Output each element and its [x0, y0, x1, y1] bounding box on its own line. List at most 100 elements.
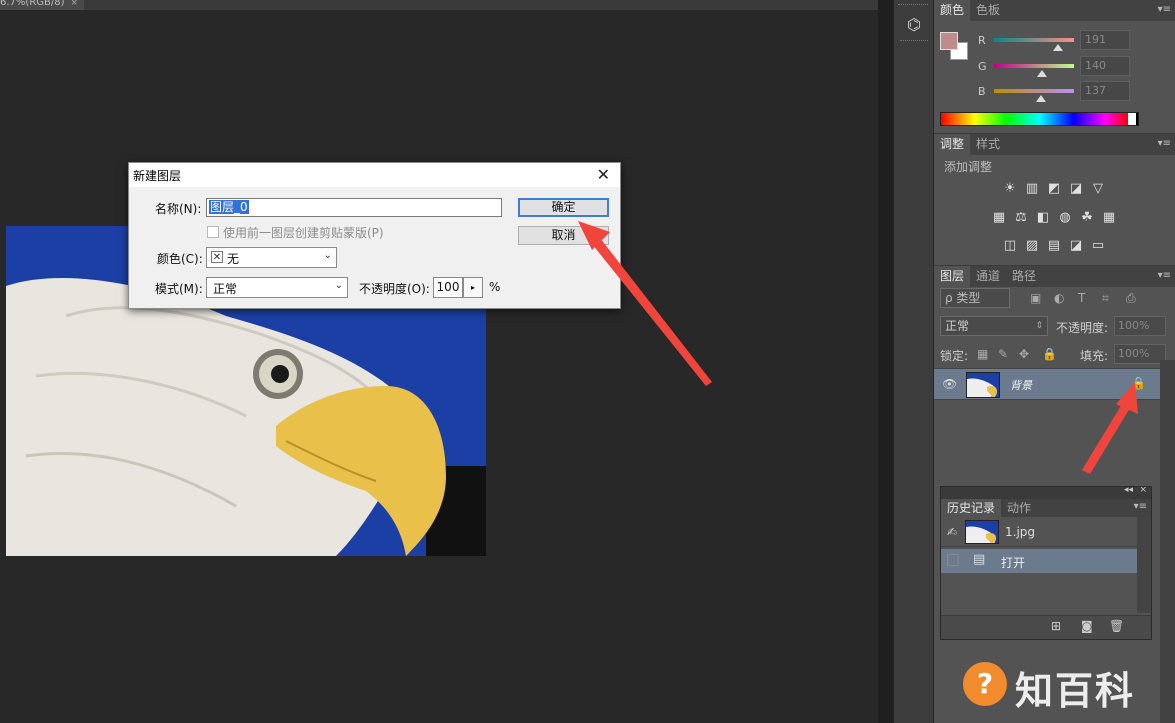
levels-icon[interactable]: ▥ [1024, 182, 1040, 196]
color-label: 颜色(C): [157, 252, 203, 266]
tab-layers[interactable]: 图层 [934, 266, 971, 287]
history-panel: ◂◂ × 历史记录 动作 ▾≡ ✍ 1.jpg ▤ 打开 ⊞ ◙ 🗑 [940, 485, 1152, 640]
tab-styles[interactable]: 样式 [970, 134, 1006, 155]
lock-label: 锁定: [940, 349, 969, 363]
history-state-checkbox[interactable] [947, 554, 959, 566]
foreground-color-swatch[interactable] [940, 32, 958, 50]
shape-filter-icon[interactable]: ⌗ [1102, 291, 1109, 306]
document-tab-label: 6.7%(RGB/8) [0, 0, 65, 8]
slider-thumb-b[interactable] [1036, 95, 1046, 102]
lock-all-icon[interactable]: 🔒 [1042, 347, 1057, 361]
vibrance-icon[interactable]: ▽ [1090, 182, 1106, 196]
mode-select[interactable]: 正常 ⌄ [206, 277, 348, 298]
black-white-icon[interactable]: ◧ [1035, 211, 1051, 225]
photo-filter-icon[interactable]: ◍ [1057, 211, 1073, 225]
close-icon[interactable]: × [71, 0, 79, 8]
history-item[interactable]: ▤ 打开 [941, 549, 1137, 573]
adjustment-icons-row-3: ◫ ▨ ▤ ◪ ▭ [974, 238, 1134, 258]
document-tab[interactable]: 6.7%(RGB/8) × [0, 0, 85, 10]
close-icon[interactable]: × [1139, 485, 1147, 495]
adjustment-icons-row-2: ▦ ⚖ ◧ ◍ ☘ ▦ [974, 210, 1134, 230]
threshold-icon[interactable]: ▤ [1046, 239, 1062, 253]
color-balance-icon[interactable]: ⚖ [1013, 211, 1029, 225]
channel-mixer-icon[interactable]: ☘ [1079, 211, 1095, 225]
color-panel-tabs: 颜色 色板 ▾≡ [934, 0, 1175, 21]
layer-name-input[interactable]: 图层_0 [206, 198, 502, 217]
lock-position-icon[interactable]: ✥ [1019, 347, 1029, 361]
exposure-icon[interactable]: ◪ [1068, 182, 1084, 196]
history-scrollbar[interactable] [1137, 517, 1151, 613]
opacity-label: 不透明度(O): [359, 282, 430, 296]
collapse-icon[interactable]: ◂◂ [1124, 485, 1133, 495]
slider-track-g[interactable] [994, 64, 1074, 68]
layer-thumbnail [966, 372, 1000, 398]
color-spectrum-bar[interactable] [940, 112, 1139, 126]
invert-icon[interactable]: ◫ [1002, 239, 1018, 253]
pixel-filter-icon[interactable]: ▣ [1030, 291, 1041, 305]
hue-saturation-icon[interactable]: ▦ [991, 211, 1007, 225]
layers-scrollbar[interactable] [1160, 360, 1175, 723]
close-icon[interactable]: ✕ [597, 165, 610, 184]
tab-history[interactable]: 历史记录 [941, 499, 1002, 517]
panel-menu-icon[interactable]: ▾≡ [1134, 501, 1147, 512]
selective-color-icon[interactable]: ◪ [1068, 239, 1084, 253]
clipping-mask-checkbox[interactable] [207, 226, 219, 238]
camera-icon[interactable]: ◙ [1081, 619, 1093, 633]
tab-swatches[interactable]: 色板 [970, 0, 1006, 21]
slider-thumb-r[interactable] [1053, 44, 1063, 51]
panel-menu-icon[interactable]: ▾≡ [1158, 270, 1171, 281]
snapshot-name: 1.jpg [1005, 525, 1036, 539]
dock-grip[interactable] [898, 4, 928, 7]
history-panel-header: ◂◂ × [941, 485, 1151, 499]
adjustments-panel: 调整 样式 ▾≡ 添加调整 ☀ ▥ ◩ ◪ ▽ ▦ ⚖ ◧ ◍ ☘ ▦ ◫ ▨ ▤ ◪ ▭ [934, 134, 1175, 265]
panel-menu-icon[interactable]: ▾≡ [1158, 4, 1171, 15]
blend-mode-select[interactable]: 正常 ⇕ [940, 316, 1048, 336]
posterize-icon[interactable]: ▨ [1024, 239, 1040, 253]
adjustment-filter-icon[interactable]: ◐ [1054, 291, 1064, 305]
history-snapshot[interactable]: ✍ 1.jpg [941, 517, 1137, 547]
lock-image-icon[interactable]: ✎ [998, 347, 1008, 361]
layer-row-background[interactable]: 👁 背景 🔒 [934, 368, 1160, 400]
gradient-map-icon[interactable]: ▭ [1090, 239, 1106, 253]
history-item-label: 打开 [1001, 556, 1026, 570]
cube-icon[interactable]: ⌬ [900, 12, 928, 38]
document-tab-bar: 6.7%(RGB/8) × [0, 0, 893, 10]
color-lookup-icon[interactable]: ▦ [1101, 211, 1117, 225]
value-field-r[interactable]: 191 [1080, 30, 1130, 50]
value-field-b[interactable]: 137 [1080, 81, 1130, 101]
color-panel: 颜色 色板 ▾≡ R 191 G 140 B 137 [934, 0, 1175, 133]
slider-track-b[interactable] [994, 89, 1074, 93]
opacity-input[interactable]: 100 [433, 277, 463, 298]
lock-transparent-icon[interactable]: ▦ [977, 347, 988, 361]
slider-track-r[interactable] [994, 38, 1074, 42]
brightness-icon[interactable]: ☀ [1002, 182, 1018, 196]
tab-channels[interactable]: 通道 [970, 266, 1006, 287]
slider-thumb-g[interactable] [1037, 70, 1047, 77]
value-field-g[interactable]: 140 [1080, 56, 1130, 76]
mode-value: 正常 [213, 282, 238, 296]
eye-icon[interactable]: 👁 [942, 377, 957, 391]
opacity-label: 不透明度: [1056, 321, 1109, 335]
adjustment-icons-row-1: ☀ ▥ ◩ ◪ ▽ [974, 181, 1134, 201]
tab-color[interactable]: 颜色 [934, 0, 971, 21]
ok-button[interactable]: 确定 [518, 198, 609, 217]
lock-icon[interactable]: 🔒 [1131, 376, 1146, 390]
slider-b: B 137 [978, 81, 1130, 107]
new-document-icon[interactable]: ⊞ [1051, 619, 1061, 633]
opacity-stepper[interactable]: ▸ [463, 277, 483, 298]
fill-field[interactable]: 100% [1114, 344, 1166, 364]
curves-icon[interactable]: ◩ [1046, 182, 1062, 196]
type-filter-icon[interactable]: T [1078, 291, 1085, 305]
tab-adjustments[interactable]: 调整 [934, 134, 971, 155]
tab-paths[interactable]: 路径 [1006, 266, 1042, 287]
history-brush-icon[interactable]: ✍ [947, 525, 957, 539]
layer-filter-select[interactable]: ρ 类型 [940, 288, 1010, 308]
panel-menu-icon[interactable]: ▾≡ [1158, 138, 1171, 149]
smart-object-filter-icon[interactable]: ⎙ [1126, 291, 1136, 306]
opacity-field[interactable]: 100% [1114, 316, 1166, 336]
tab-actions[interactable]: 动作 [1001, 499, 1037, 517]
color-select[interactable]: ✕ 无 ⌄ [206, 247, 337, 268]
cancel-button[interactable]: 取消 [518, 226, 609, 245]
trash-icon[interactable]: 🗑 [1109, 619, 1124, 633]
slider-label-r: R [978, 34, 986, 47]
